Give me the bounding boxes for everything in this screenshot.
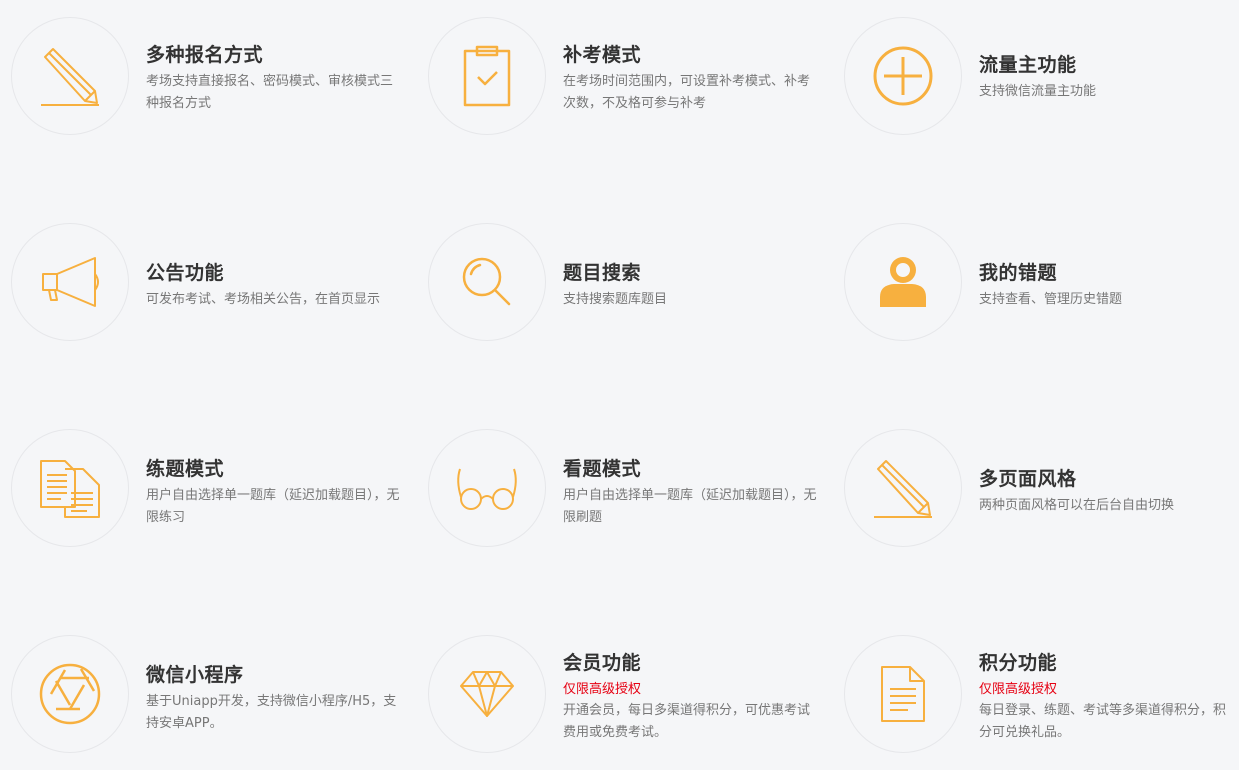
feature-title: 练题模式: [146, 458, 225, 480]
feature-card-question-search: 题目搜索 支持搜索题库题目: [417, 216, 817, 346]
icon-circle: [428, 429, 546, 547]
feature-card-makeup-exam: 补考模式 在考场时间范围内，可设置补考模式、补考次数，不及格可参与补考: [417, 10, 817, 140]
feature-card-traffic-master: 流量主功能 支持微信流量主功能: [833, 10, 1233, 140]
feature-desc: 支持微信流量主功能: [979, 84, 1097, 99]
feature-card-points: 积分功能 仅限高级授权 每日登录、练题、考试等多渠道得积分，积分可兑换礼品。: [833, 628, 1233, 758]
feature-desc: 每日登录、练题、考试等多渠道得积分，积分可兑换礼品。: [979, 703, 1227, 740]
glasses-icon: [457, 468, 517, 510]
feature-title: 题目搜索: [563, 262, 642, 284]
feature-card-wrong-questions: 我的错题 支持查看、管理历史错题: [833, 216, 1233, 346]
icon-circle: [11, 635, 129, 753]
feature-card-page-style: 多页面风格 两种页面风格可以在后台自由切换: [833, 422, 1233, 552]
feature-title: 微信小程序: [146, 664, 244, 686]
pencil-icon: [41, 48, 99, 106]
pencil-icon: [874, 460, 932, 518]
icon-circle: [844, 429, 962, 547]
feature-desc: 考场支持直接报名、密码模式、审核模式三种报名方式: [146, 74, 394, 111]
plus-circle-icon: [873, 46, 933, 106]
search-icon: [462, 257, 511, 306]
feature-title: 补考模式: [563, 44, 642, 66]
feature-desc: 用户自由选择单一题库（延迟加载题目），无限练习: [146, 488, 400, 525]
feature-card-registration: 多种报名方式 考场支持直接报名、密码模式、审核模式三种报名方式: [0, 10, 400, 140]
premium-badge: 仅限高级授权: [563, 682, 642, 697]
aperture-icon: [39, 663, 101, 725]
feature-card-announcement: 公告功能 可发布考试、考场相关公告，在首页显示: [0, 216, 400, 346]
icon-circle: [11, 429, 129, 547]
feature-card-view-mode: 看题模式 用户自由选择单一题库（延迟加载题目），无限刷题: [417, 422, 817, 552]
clipboard-check-icon: [463, 45, 511, 107]
feature-card-membership: 会员功能 仅限高级授权 开通会员，每日多渠道得积分，可优惠考试费用或免费考试。: [417, 628, 817, 758]
feature-desc: 开通会员，每日多渠道得积分，可优惠考试费用或免费考试。: [563, 703, 811, 740]
feature-title: 多种报名方式: [146, 44, 264, 66]
icon-circle: [428, 223, 546, 341]
premium-badge: 仅限高级授权: [979, 682, 1058, 697]
feature-card-wechat-miniprogram: 微信小程序 基于Uniapp开发，支持微信小程序/H5，支持安卓APP。: [0, 628, 400, 758]
megaphone-icon: [42, 257, 99, 307]
icon-circle: [844, 17, 962, 135]
feature-title: 流量主功能: [979, 54, 1077, 76]
icon-circle: [11, 223, 129, 341]
feature-title: 多页面风格: [979, 468, 1077, 490]
feature-title: 看题模式: [563, 458, 642, 480]
feature-card-practice-mode: 练题模式 用户自由选择单一题库（延迟加载题目），无限练习: [0, 422, 400, 552]
feature-desc: 在考场时间范围内，可设置补考模式、补考次数，不及格可参与补考: [563, 74, 811, 111]
documents-icon: [40, 460, 100, 518]
icon-circle: [844, 635, 962, 753]
feature-grid: 多种报名方式 考场支持直接报名、密码模式、审核模式三种报名方式 补考模式 在考场…: [0, 0, 1239, 770]
feature-title: 积分功能: [979, 652, 1058, 674]
icon-circle: [11, 17, 129, 135]
feature-desc: 用户自由选择单一题库（延迟加载题目），无限刷题: [563, 488, 817, 525]
feature-desc: 两种页面风格可以在后台自由切换: [979, 498, 1175, 513]
feature-title: 我的错题: [979, 262, 1058, 284]
feature-desc: 支持搜索题库题目: [563, 292, 668, 307]
icon-circle: [428, 635, 546, 753]
feature-title: 公告功能: [146, 262, 225, 284]
diamond-icon: [460, 671, 514, 717]
icon-circle: [844, 223, 962, 341]
document-icon: [881, 666, 925, 722]
feature-title: 会员功能: [563, 652, 642, 674]
feature-desc: 基于Uniapp开发，支持微信小程序/H5，支持安卓APP。: [146, 694, 397, 731]
icon-circle: [428, 17, 546, 135]
user-icon: [880, 257, 926, 307]
feature-desc: 支持查看、管理历史错题: [979, 292, 1123, 307]
feature-desc: 可发布考试、考场相关公告，在首页显示: [146, 292, 381, 307]
